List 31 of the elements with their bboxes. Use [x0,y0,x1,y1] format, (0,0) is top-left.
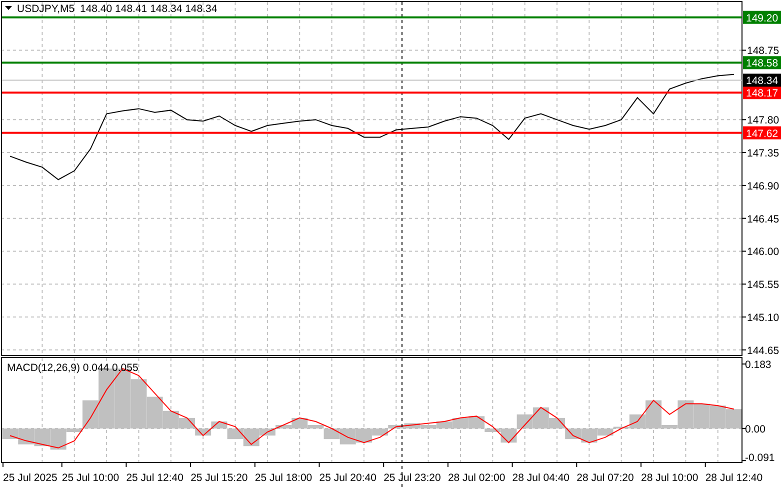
symbol-label: USDJPY,M5 [17,3,75,15]
ohlc-values: 148.40 148.41 148.34 148.34 [80,3,218,15]
axis-label: 146.00 [747,246,780,258]
time-label: 28 Jul 12:40 [705,472,763,484]
axis-label: 145.10 [747,312,780,324]
axis-label: 0.00 [745,424,766,436]
time-label: 28 Jul 07:20 [576,472,634,484]
axis-label: 146.90 [747,180,780,192]
time-label: 28 Jul 10:00 [641,472,698,484]
axis-label: 147.35 [747,148,780,160]
time-label: 25 Jul 15:20 [190,472,248,484]
time-label: 25 Jul 12:40 [126,472,184,484]
time-label: 25 Jul 20:40 [319,472,376,484]
indicator-label: MACD(12,26,9) 0.044 0.055 [7,362,138,374]
time-label: 25 Jul 2025 [3,472,58,484]
axis-label: 147.80 [747,114,780,127]
time-label: 28 Jul 04:40 [512,472,570,484]
time-label: 28 Jul 02:00 [448,472,506,484]
axis-label: -0.091 [745,452,775,464]
axis-label: 148.75 [747,45,780,58]
time-label: 25 Jul 18:00 [254,472,312,484]
price-tag: 148.58 [743,56,781,70]
axis-label: 145.55 [747,279,780,292]
price-tag: 149.20 [743,10,781,24]
axis-label: 144.65 [747,344,780,357]
axis-label: 0.183 [745,359,772,371]
price-tag: 147.62 [743,126,781,140]
price-tag: 148.34 [743,74,781,88]
time-label: 25 Jul 10:00 [62,472,120,484]
price-tag: 148.17 [743,86,781,100]
axis-label: 146.45 [747,213,780,226]
